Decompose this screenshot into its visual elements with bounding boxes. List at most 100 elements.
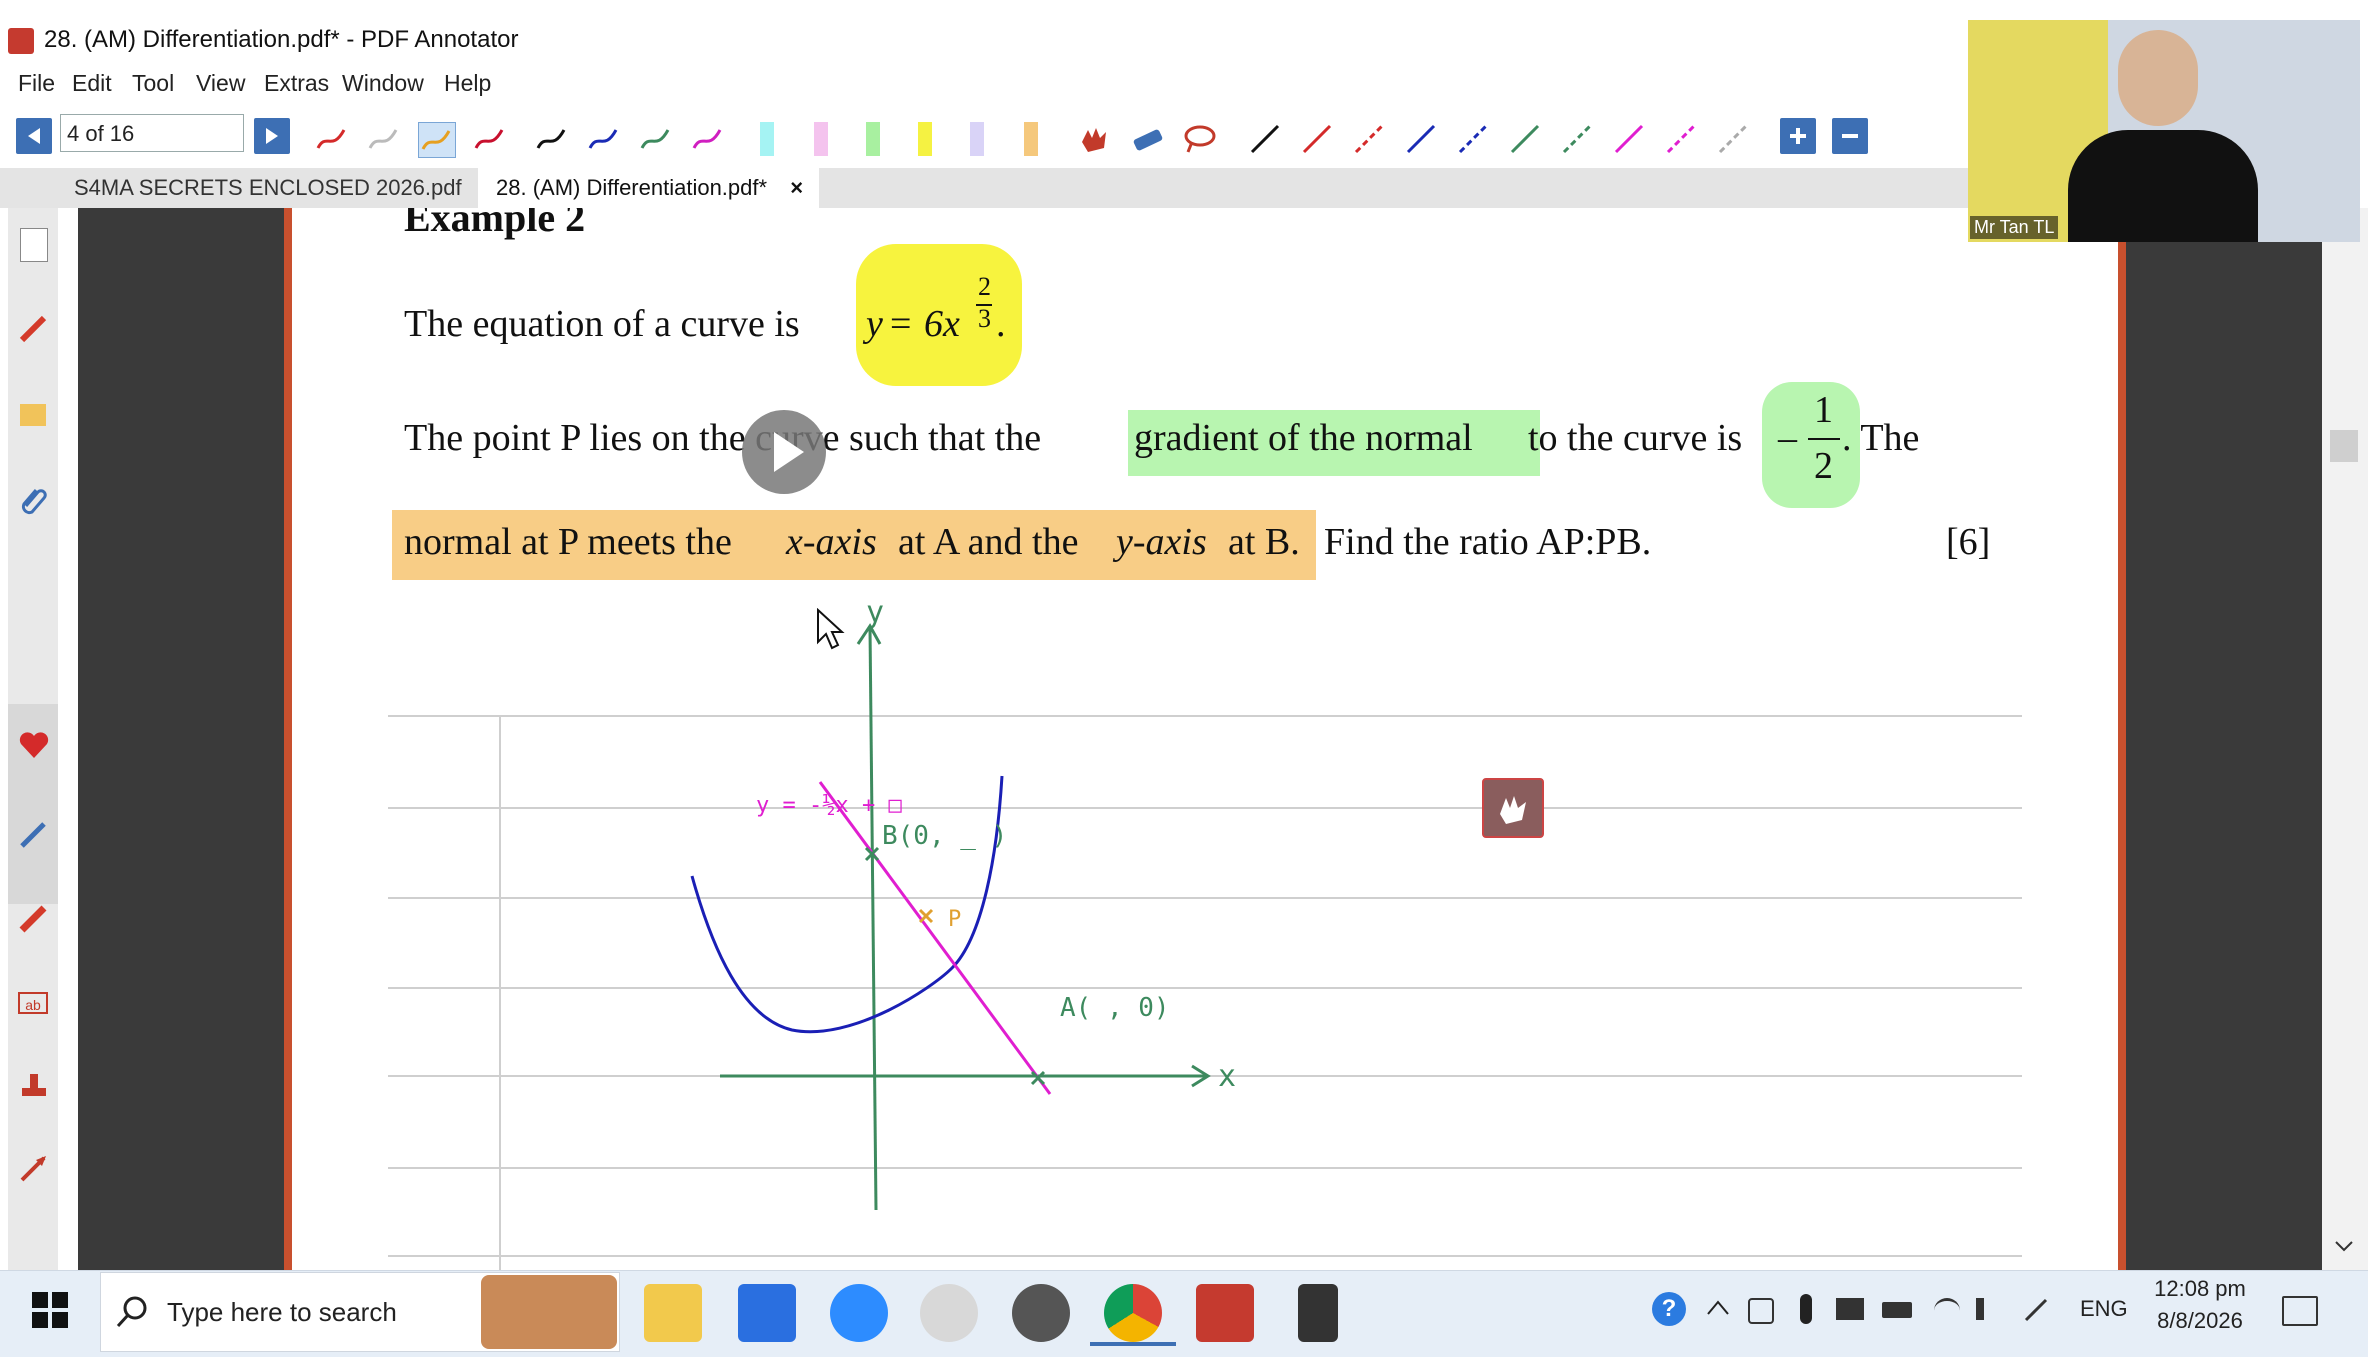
previous-page-button[interactable]	[16, 118, 52, 154]
zoom-out-button[interactable]	[1832, 118, 1868, 154]
menu-tool[interactable]: Tool	[132, 70, 174, 97]
tab-bar: S4MA SECRETS ENCLOSED 2026.pdf 28. (AM) …	[0, 168, 1968, 208]
heart-icon[interactable]	[18, 730, 50, 760]
active-app-indicator	[1090, 1342, 1176, 1346]
pen-red-icon[interactable]	[314, 122, 350, 156]
zoom-in-button[interactable]	[1780, 118, 1816, 154]
left-toolbar: ab	[8, 208, 58, 1270]
line-magenta-icon[interactable]	[1612, 122, 1648, 156]
pen-black-icon[interactable]	[534, 122, 570, 156]
menu-file[interactable]: File	[18, 70, 55, 97]
line-black-icon[interactable]	[1248, 122, 1284, 156]
point-b-label: B(0, _ )	[882, 821, 1007, 851]
menu-edit[interactable]: Edit	[72, 70, 112, 97]
pen-blue-icon[interactable]	[586, 122, 622, 156]
webcam-shirt	[2068, 130, 2258, 242]
pen-tool-icon[interactable]	[18, 312, 50, 344]
clock[interactable]: 12:08 pm 8/8/2026	[2150, 1276, 2250, 1334]
pen-orange-selected-icon[interactable]	[418, 122, 456, 158]
chrome-icon[interactable]	[1104, 1284, 1162, 1342]
hand-icon[interactable]	[1076, 122, 1112, 156]
highlighter-orange-icon[interactable]	[1024, 122, 1038, 156]
dropbox-icon[interactable]	[738, 1284, 796, 1342]
next-page-button[interactable]	[254, 118, 290, 154]
vertical-scrollbar[interactable]	[2322, 208, 2368, 1270]
paperclip-icon[interactable]	[18, 484, 50, 516]
highlighter-green-icon[interactable]	[866, 122, 880, 156]
page-margin-left	[284, 208, 292, 1270]
highlighter-tool-icon[interactable]	[18, 902, 50, 934]
dashed-line-red-icon[interactable]	[1352, 122, 1388, 156]
pen-magenta-icon[interactable]	[690, 122, 726, 156]
notifications-icon[interactable]	[2282, 1296, 2318, 1326]
y-axis-label: y	[866, 595, 884, 630]
x-axis-line	[720, 1064, 1211, 1088]
clock-time: 12:08 pm	[2154, 1276, 2246, 1301]
text-tool-icon[interactable]: ab	[18, 992, 48, 1014]
menu-view[interactable]: View	[196, 70, 245, 97]
page-margin-right	[2118, 208, 2126, 1270]
pen-red2-icon[interactable]	[472, 122, 508, 156]
dashed-line-grey-icon[interactable]	[1716, 122, 1752, 156]
meet-now-icon[interactable]	[1748, 1298, 1774, 1324]
marker-tool-icon[interactable]	[18, 818, 50, 850]
pen-tray-icon[interactable]	[2022, 1296, 2050, 1324]
pdf-page: Example 2 The equation of a curve is y =…	[292, 208, 2118, 1270]
line-green-icon[interactable]	[1508, 122, 1544, 156]
toolbar	[0, 108, 1968, 169]
scrollbar-thumb[interactable]	[2330, 430, 2358, 462]
dropbox-tray-icon[interactable]	[1836, 1298, 1864, 1320]
microphone-icon[interactable]	[1800, 1294, 1812, 1324]
point-a-label: A( , 0)	[1060, 993, 1170, 1023]
line-red-icon[interactable]	[1300, 122, 1336, 156]
clock-app-icon[interactable]	[920, 1284, 978, 1342]
help-icon[interactable]: ?	[1652, 1292, 1686, 1326]
compass-app-icon[interactable]	[1012, 1284, 1070, 1342]
lasso-icon[interactable]	[1182, 122, 1218, 156]
point-p-marker	[918, 908, 934, 924]
pen-green-icon[interactable]	[638, 122, 674, 156]
line-blue-icon[interactable]	[1404, 122, 1440, 156]
highlighter-lavender-icon[interactable]	[970, 122, 984, 156]
highlighter-cyan-icon[interactable]	[760, 122, 774, 156]
hand-wave-icon	[1500, 796, 1526, 824]
pen-light-icon[interactable]	[366, 122, 402, 156]
search-icon	[116, 1296, 147, 1328]
tab-differentiation[interactable]: 28. (AM) Differentiation.pdf* ×	[478, 168, 820, 208]
eraser-icon[interactable]	[1130, 122, 1166, 156]
arrow-tool-icon[interactable]	[18, 1152, 50, 1184]
volume-icon[interactable]	[1976, 1298, 2008, 1320]
dashed-line-blue-icon[interactable]	[1456, 122, 1492, 156]
mouse-cursor-icon	[817, 608, 845, 650]
document-background-right	[2122, 208, 2322, 1270]
battery-icon[interactable]	[1882, 1302, 1912, 1318]
dashed-line-green-icon[interactable]	[1560, 122, 1596, 156]
dashed-line-magenta-icon[interactable]	[1664, 122, 1700, 156]
page-number-input[interactable]: 4 of 16	[60, 114, 244, 152]
raise-hand-button[interactable]	[1482, 778, 1544, 838]
file-explorer-icon[interactable]	[644, 1284, 702, 1342]
tab-close-button[interactable]: ×	[790, 168, 803, 208]
chevron-up-icon[interactable]	[1706, 1298, 1730, 1318]
scroll-down-icon[interactable]	[2334, 1240, 2354, 1254]
note-tool-icon[interactable]	[20, 404, 46, 426]
pdf-annotator-taskbar-icon[interactable]	[1196, 1284, 1254, 1342]
windows-start-icon[interactable]	[30, 1290, 70, 1330]
menu-extras[interactable]: Extras	[264, 70, 329, 97]
calculator-icon[interactable]	[1298, 1284, 1338, 1342]
taskbar-search-box[interactable]: Type here to search	[100, 1272, 620, 1352]
zoom-icon[interactable]	[830, 1284, 888, 1342]
highlighter-pink-icon[interactable]	[814, 122, 828, 156]
handwritten-sketch: y x y = -½x + □ B(0, _ ) P A( , 0)	[690, 595, 1236, 1211]
wifi-icon[interactable]	[1934, 1298, 1960, 1323]
select-tool-icon[interactable]	[20, 228, 48, 262]
menu-help[interactable]: Help	[444, 70, 491, 97]
menu-window[interactable]: Window	[342, 70, 424, 97]
highlighter-yellow-icon[interactable]	[918, 122, 932, 156]
stamp-tool-icon[interactable]	[18, 1068, 50, 1100]
language-indicator[interactable]: ENG	[2080, 1296, 2128, 1322]
arrow-left-icon	[28, 128, 40, 144]
play-button[interactable]	[742, 410, 826, 494]
tab-secrets-enclosed[interactable]: S4MA SECRETS ENCLOSED 2026.pdf	[56, 168, 480, 208]
document-background-left	[78, 208, 288, 1270]
